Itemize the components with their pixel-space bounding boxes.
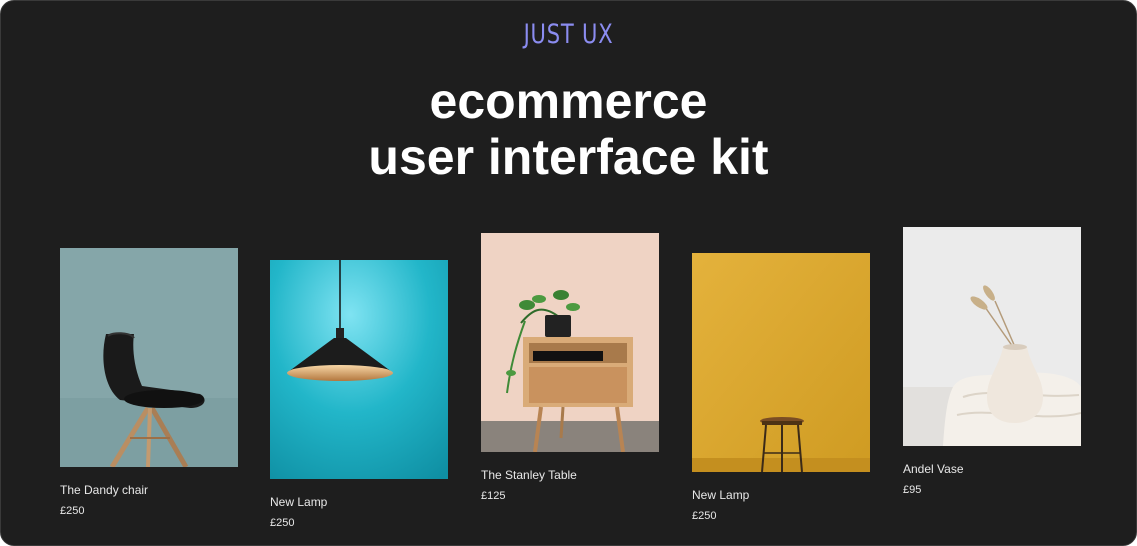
product-price: £250: [60, 505, 85, 517]
product-price: £250: [270, 517, 295, 529]
page-title: ecommerce user interface kit: [1, 73, 1136, 185]
product-card-dandy-chair[interactable]: The Dandy chair £250: [60, 248, 238, 519]
product-card-new-lamp[interactable]: New Lamp £250: [270, 260, 448, 531]
product-name[interactable]: Andel Vase: [903, 461, 1081, 477]
brand-logo[interactable]: JUST UX: [126, 19, 1011, 50]
product-price: £95: [903, 484, 922, 496]
product-price: £125: [481, 490, 506, 502]
chair-photo[interactable]: [60, 248, 238, 467]
pendant-lamp-photo[interactable]: [270, 260, 448, 479]
product-name[interactable]: New Lamp: [270, 494, 448, 510]
product-name[interactable]: The Stanley Table: [481, 467, 659, 483]
kit-cover: JUST UX ecommerce user interface kit The…: [0, 0, 1137, 546]
title-line-2: user interface kit: [368, 129, 769, 185]
product-name[interactable]: New Lamp: [692, 487, 870, 503]
title-line-1: ecommerce: [429, 73, 708, 129]
vase-photo[interactable]: [903, 227, 1081, 446]
product-price: £250: [692, 510, 717, 522]
stool-photo[interactable]: [692, 253, 870, 472]
product-card-andel-vase[interactable]: Andel Vase £95: [903, 227, 1081, 498]
product-name[interactable]: The Dandy chair: [60, 482, 238, 498]
product-card-new-lamp-2[interactable]: New Lamp £250: [692, 253, 870, 524]
side-table-photo[interactable]: [481, 233, 659, 452]
product-card-stanley-table[interactable]: The Stanley Table £125: [481, 233, 659, 504]
